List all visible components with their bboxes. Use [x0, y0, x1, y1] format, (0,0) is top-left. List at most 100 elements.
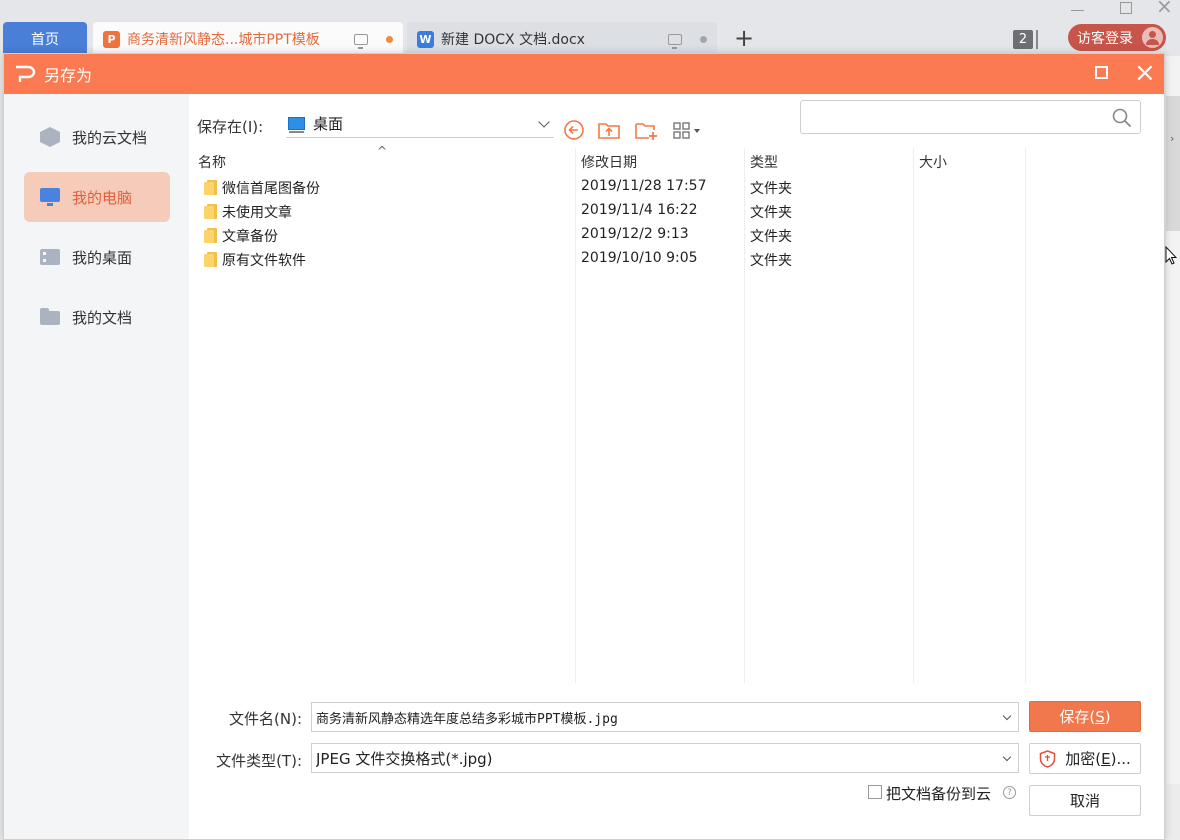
login-button[interactable]: 访客登录: [1068, 24, 1166, 51]
computer-icon: [40, 187, 60, 207]
filename-input[interactable]: 商务清新风静态精选年度总结多彩城市PPT模板.jpg: [311, 702, 1019, 732]
maximize-icon[interactable]: [1095, 66, 1108, 79]
tab-ppt-document[interactable]: P 商务清新风静态...城市PPT模板: [93, 22, 403, 56]
tab-title: 新建 DOCX 文档.docx: [441, 32, 585, 48]
back-icon[interactable]: [562, 118, 586, 142]
file-list-row[interactable]: 微信首尾图备份 2019/11/28 17:57 文件夹: [198, 175, 1028, 199]
backup-to-cloud-checkbox[interactable]: [868, 785, 882, 799]
file-type: 文件夹: [750, 181, 792, 197]
help-icon[interactable]: ?: [1003, 786, 1016, 799]
chevron-down-icon[interactable]: [1002, 752, 1012, 761]
sidebar-item-label: 我的桌面: [72, 248, 133, 267]
dialog-title: 另存为: [44, 66, 93, 85]
wps-logo-icon: [16, 65, 36, 82]
column-header-type[interactable]: 类型: [750, 152, 778, 172]
column-header-date[interactable]: 修改日期: [581, 152, 637, 172]
save-in-label: 保存在(I):: [197, 118, 264, 136]
file-name: 未使用文章: [222, 205, 292, 221]
save-button-key: S: [1095, 707, 1105, 726]
filename-label: 文件名(N):: [229, 710, 302, 728]
window-count-badge[interactable]: 2: [1013, 30, 1033, 49]
chevron-down-icon: [538, 115, 550, 128]
tab-docx-document[interactable]: W 新建 DOCX 文档.docx: [407, 22, 717, 56]
save-button-label: 保存(: [1059, 708, 1096, 726]
chevron-right-icon[interactable]: ›: [1170, 132, 1174, 145]
app-tab-bar: 首页 P 商务清新风静态...城市PPT模板 W 新建 DOCX 文档.docx…: [0, 0, 1180, 56]
file-name: 微信首尾图备份: [222, 181, 320, 197]
column-header-size[interactable]: 大小: [919, 152, 947, 172]
cancel-button-label: 取消: [1069, 792, 1100, 810]
column-header-name[interactable]: 名称: [198, 152, 226, 172]
filetype-label: 文件类型(T):: [216, 752, 302, 770]
sidebar-item-cloud-docs[interactable]: 我的云文档: [24, 112, 170, 162]
folder-icon: [204, 252, 217, 267]
file-date: 2019/11/4 16:22: [581, 202, 698, 218]
file-name: 原有文件软件: [222, 253, 306, 269]
file-list-row[interactable]: 文章备份 2019/12/2 9:13 文件夹: [198, 223, 1028, 247]
desktop-icon: [40, 247, 60, 267]
folder-icon: [40, 307, 60, 327]
avatar-icon: [1142, 27, 1163, 48]
monitor-icon[interactable]: [354, 33, 368, 49]
window-count-divider: [1036, 30, 1038, 49]
maximize-icon[interactable]: [1120, 2, 1132, 14]
file-type: 文件夹: [750, 205, 792, 221]
sidebar-item-label: 我的云文档: [72, 128, 148, 147]
minimize-icon[interactable]: [1071, 10, 1084, 11]
sidebar-item-my-documents[interactable]: 我的文档: [24, 292, 170, 342]
sidebar-item-my-desktop[interactable]: 我的桌面: [24, 232, 170, 282]
location-sidebar: 我的云文档 我的电脑 我的桌面 我的文档: [4, 94, 189, 839]
monitor-icon[interactable]: [668, 33, 682, 49]
file-date: 2019/12/2 9:13: [581, 226, 689, 242]
file-type: 文件夹: [750, 253, 792, 269]
encrypt-button-key: E: [1101, 749, 1111, 768]
background-app-edge: ›: [1166, 56, 1180, 840]
file-date: 2019/11/28 17:57: [581, 178, 707, 194]
file-type: 文件夹: [750, 229, 792, 245]
dialog-title-bar[interactable]: 另存为 ×: [4, 54, 1164, 94]
view-mode-icon[interactable]: [671, 118, 705, 142]
cloud-cube-icon: [40, 127, 60, 147]
up-folder-icon[interactable]: [597, 118, 621, 142]
chevron-down-icon[interactable]: [1002, 711, 1012, 720]
ppt-file-icon: P: [103, 30, 120, 48]
search-input[interactable]: [800, 100, 1141, 134]
folder-icon: [204, 180, 217, 195]
backup-to-cloud-label[interactable]: 把文档备份到云: [886, 783, 991, 804]
save-button-paren: ): [1104, 707, 1111, 726]
unsaved-dot-icon[interactable]: [386, 35, 393, 43]
cancel-button[interactable]: 取消: [1029, 785, 1141, 816]
filetype-select[interactable]: JPEG 文件交换格式(*.jpg): [311, 743, 1019, 773]
add-tab-icon[interactable]: +: [734, 26, 754, 50]
encrypt-button[interactable]: 加密(E)...: [1029, 743, 1141, 774]
filetype-value: JPEG 文件交换格式(*.jpg): [316, 749, 493, 768]
background-panel: [1166, 784, 1180, 840]
close-window-icon[interactable]: ×: [1156, 0, 1173, 18]
search-icon[interactable]: [1112, 108, 1132, 128]
word-file-icon: W: [417, 30, 434, 48]
mouse-cursor-icon: [1165, 246, 1177, 265]
sidebar-item-label: 我的电脑: [72, 188, 133, 207]
login-label: 访客登录: [1077, 30, 1133, 47]
encrypt-button-suffix: )...: [1110, 749, 1131, 768]
file-date: 2019/10/10 9:05: [581, 250, 698, 266]
file-name: 文章备份: [222, 229, 278, 245]
save-button[interactable]: 保存(S): [1029, 701, 1141, 732]
folder-icon: [204, 228, 217, 243]
file-list-row[interactable]: 原有文件软件 2019/10/10 9:05 文件夹: [198, 247, 1028, 271]
sidebar-item-label: 我的文档: [72, 308, 133, 327]
save-as-dialog: 另存为 × 我的云文档 我的电脑 我的桌面 我的文档 保存在(I): 桌面 名称…: [3, 53, 1165, 840]
file-list-row[interactable]: 未使用文章 2019/11/4 16:22 文件夹: [198, 199, 1028, 223]
shield-icon: [1040, 749, 1056, 768]
save-in-dropdown[interactable]: 桌面: [286, 110, 554, 138]
folder-icon: [204, 204, 217, 219]
sort-ascending-icon: ^: [377, 144, 388, 158]
sidebar-item-my-computer[interactable]: 我的电脑: [24, 172, 170, 222]
home-tab[interactable]: 首页: [3, 22, 87, 56]
background-panel: [1166, 96, 1180, 231]
new-folder-icon[interactable]: [634, 118, 658, 142]
close-icon[interactable]: ×: [1134, 58, 1156, 88]
tab-dot-icon[interactable]: [700, 35, 707, 43]
encrypt-button-label: 加密(: [1065, 750, 1102, 768]
save-in-value: 桌面: [313, 115, 344, 133]
